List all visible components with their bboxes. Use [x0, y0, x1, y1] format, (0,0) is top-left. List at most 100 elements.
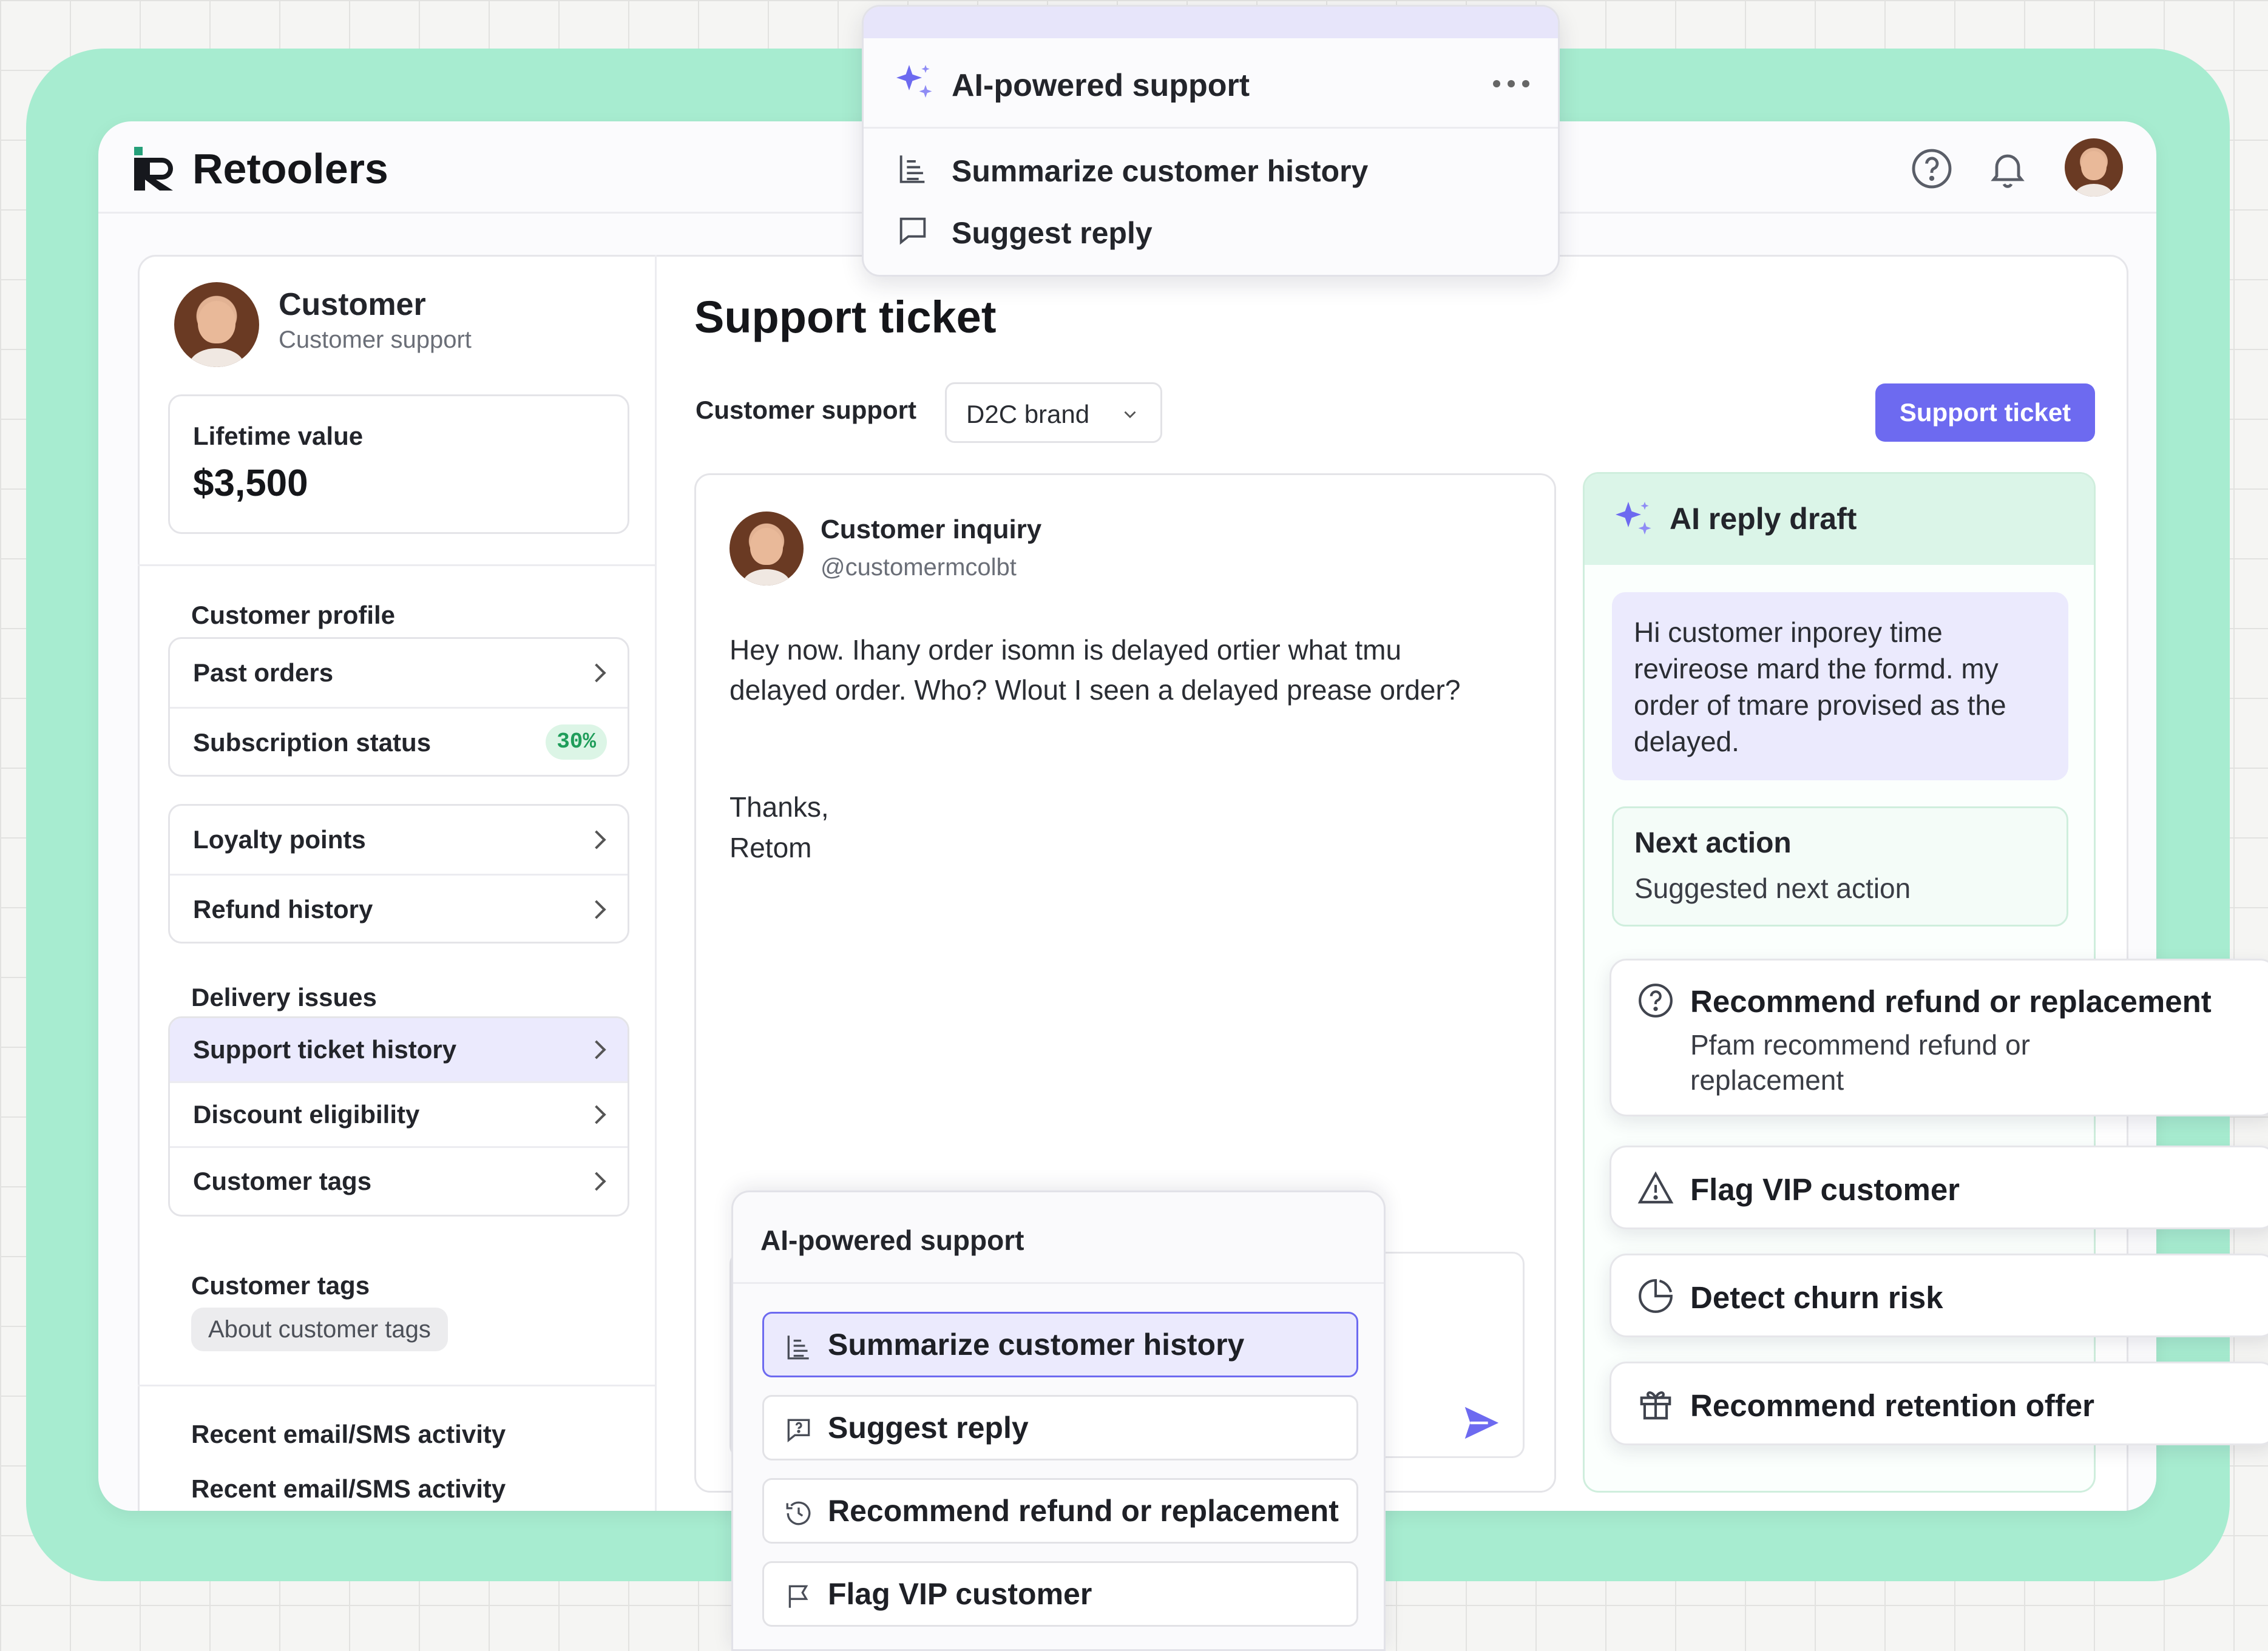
help-circle-icon: [1639, 984, 1673, 1018]
lifetime-value-card: Lifetime value $3,500: [168, 394, 629, 534]
pie-clock-icon: [1639, 1279, 1673, 1313]
menu-item-label: Recommend refund or replacement: [828, 1494, 1339, 1528]
action-flag-vip[interactable]: Flag VIP customer: [1610, 1146, 2268, 1229]
chat-bubble-icon: [899, 217, 926, 245]
dropdown-value: D2C brand: [966, 400, 1090, 428]
chat-question-icon: [787, 1419, 810, 1443]
tag-chip[interactable]: About customer tags: [191, 1308, 448, 1351]
message-author: Customer inquiry: [821, 515, 1042, 544]
customer-avatar: [174, 282, 259, 367]
gift-icon: [1640, 1391, 1671, 1420]
status-badge: 30%: [546, 724, 607, 760]
menu-item-refund[interactable]: Recommend refund or replacement: [762, 1478, 1358, 1544]
divider: [138, 564, 655, 566]
sidebar-item-label: Customer tags: [193, 1167, 372, 1195]
document-lines-icon: [899, 155, 925, 183]
customer-sidebar: Customer Customer support Lifetime value…: [138, 255, 657, 1511]
menu-item-suggest-reply[interactable]: Suggest reply: [762, 1395, 1358, 1460]
divider: [138, 1385, 655, 1386]
customer-role: Customer support: [279, 326, 472, 353]
ai-draft-text[interactable]: Hi customer inporey time revireose mard …: [1612, 592, 2068, 780]
action-sub: Pfam recommend refund or replacement: [1690, 1029, 2030, 1096]
sidebar-item-loyalty-points[interactable]: Loyalty points: [170, 806, 628, 874]
sidebar-item-subscription-status[interactable]: Subscription status 30%: [170, 709, 628, 777]
inquiry-avatar: [729, 512, 804, 586]
sparkle-icon: [1616, 502, 1651, 535]
message-body: Hey now. Ihany order isomn is delayed or…: [729, 634, 1461, 706]
page-title: Support ticket: [694, 292, 997, 342]
popover-title: AI-powered support: [952, 68, 1250, 103]
customer-name: Customer: [279, 287, 426, 322]
ai-support-popover-top: AI-powered support Summarize customer hi…: [862, 5, 1560, 277]
next-action-sub: Suggested next action: [1634, 873, 1911, 904]
delivery-heading: Delivery issues: [191, 983, 377, 1011]
bell-icon[interactable]: [1986, 147, 2029, 191]
menu-item-label: Suggest reply: [828, 1411, 1029, 1445]
next-action-card[interactable]: Next action Suggested next action: [1612, 806, 2068, 927]
popover-item-label: Suggest reply: [952, 216, 1153, 250]
menu-item-flag-vip[interactable]: Flag VIP customer: [762, 1561, 1358, 1627]
message-signature: Retom: [729, 832, 812, 863]
sidebar-item-label: Discount eligibility: [193, 1100, 420, 1129]
lifetime-label: Lifetime value: [193, 422, 364, 450]
delivery-group: Support ticket history Discount eligibil…: [168, 1016, 629, 1217]
sidebar-item-past-orders[interactable]: Past orders: [170, 639, 628, 707]
next-action-title: Next action: [1634, 827, 1792, 859]
sidebar-item-customer-tags[interactable]: Customer tags: [170, 1148, 628, 1215]
support-ticket-button[interactable]: Support ticket: [1875, 383, 2095, 442]
app-name: Retoolers: [192, 145, 388, 192]
recent-item[interactable]: Recent email/SMS activity: [191, 1474, 506, 1504]
chevron-right-icon: [587, 1172, 606, 1191]
sidebar-item-label: Past orders: [193, 658, 334, 687]
ai-support-popover-bottom: AI-powered support Summarize customer hi…: [731, 1190, 1386, 1651]
brand-dropdown[interactable]: D2C brand: [945, 382, 1162, 443]
action-detect-churn[interactable]: Detect churn risk: [1610, 1254, 2268, 1337]
popover-title: AI-powered support: [760, 1224, 1024, 1256]
retoolers-logo-icon: [134, 147, 173, 191]
action-label: Recommend refund or replacement: [1690, 984, 2212, 1019]
profile-group: Past orders Subscription status 30%: [168, 637, 629, 777]
popover-accent-bar: [864, 7, 1558, 38]
chevron-down-icon: [1124, 411, 1136, 419]
chevron-right-icon: [587, 830, 606, 849]
message-signoff: Thanks,: [729, 791, 829, 823]
user-avatar[interactable]: [2065, 138, 2123, 197]
menu-item-label: Flag VIP customer: [828, 1577, 1092, 1611]
document-lines-icon: [787, 1335, 809, 1360]
popover-item-suggest-reply[interactable]: Suggest reply: [864, 196, 1558, 263]
sidebar-item-discount-eligibility[interactable]: Discount eligibility: [170, 1083, 628, 1146]
chevron-right-icon: [587, 1105, 606, 1124]
help-circle-icon[interactable]: [1910, 147, 1954, 191]
history-icon: [786, 1501, 811, 1525]
menu-item-summarize[interactable]: Summarize customer history: [762, 1312, 1358, 1377]
sidebar-item-label: Support ticket history: [193, 1035, 457, 1064]
popover-item-label: Summarize customer history: [952, 154, 1369, 188]
chevron-right-icon: [587, 900, 606, 919]
profile-heading: Customer profile: [191, 601, 396, 629]
warning-triangle-icon: [1637, 1171, 1674, 1204]
sidebar-item-label: Loyalty points: [193, 825, 366, 854]
action-label: Detect churn risk: [1690, 1280, 1943, 1315]
sidebar-item-label: Subscription status: [193, 728, 432, 757]
sidebar-item-label: Refund history: [193, 895, 373, 923]
sparkle-icon: [896, 65, 932, 98]
chevron-right-icon: [587, 663, 606, 683]
recent-heading: Recent email/SMS activity: [191, 1420, 506, 1448]
loyalty-group: Loyalty points Refund history: [168, 804, 629, 944]
action-label: Flag VIP customer: [1690, 1172, 1960, 1207]
lifetime-value: $3,500: [193, 462, 308, 504]
action-retention-offer[interactable]: Recommend retention offer: [1610, 1362, 2268, 1445]
message-handle: @customermcolbt: [821, 554, 1017, 581]
tags-heading: Customer tags: [191, 1271, 370, 1300]
popover-item-summarize[interactable]: Summarize customer history: [864, 134, 1558, 201]
action-recommend-refund[interactable]: Recommend refund or replacement Pfam rec…: [1610, 959, 2268, 1116]
more-horizontal-icon[interactable]: [1492, 75, 1531, 93]
divider: [864, 127, 1558, 129]
flag-icon: [788, 1585, 808, 1608]
filter-label: Customer support: [696, 396, 917, 424]
action-label: Recommend retention offer: [1690, 1388, 2094, 1423]
sidebar-item-support-ticket-history[interactable]: Support ticket history: [170, 1018, 628, 1081]
send-icon[interactable]: [1460, 1402, 1502, 1444]
sidebar-item-refund-history[interactable]: Refund history: [170, 876, 628, 944]
divider: [733, 1282, 1384, 1284]
